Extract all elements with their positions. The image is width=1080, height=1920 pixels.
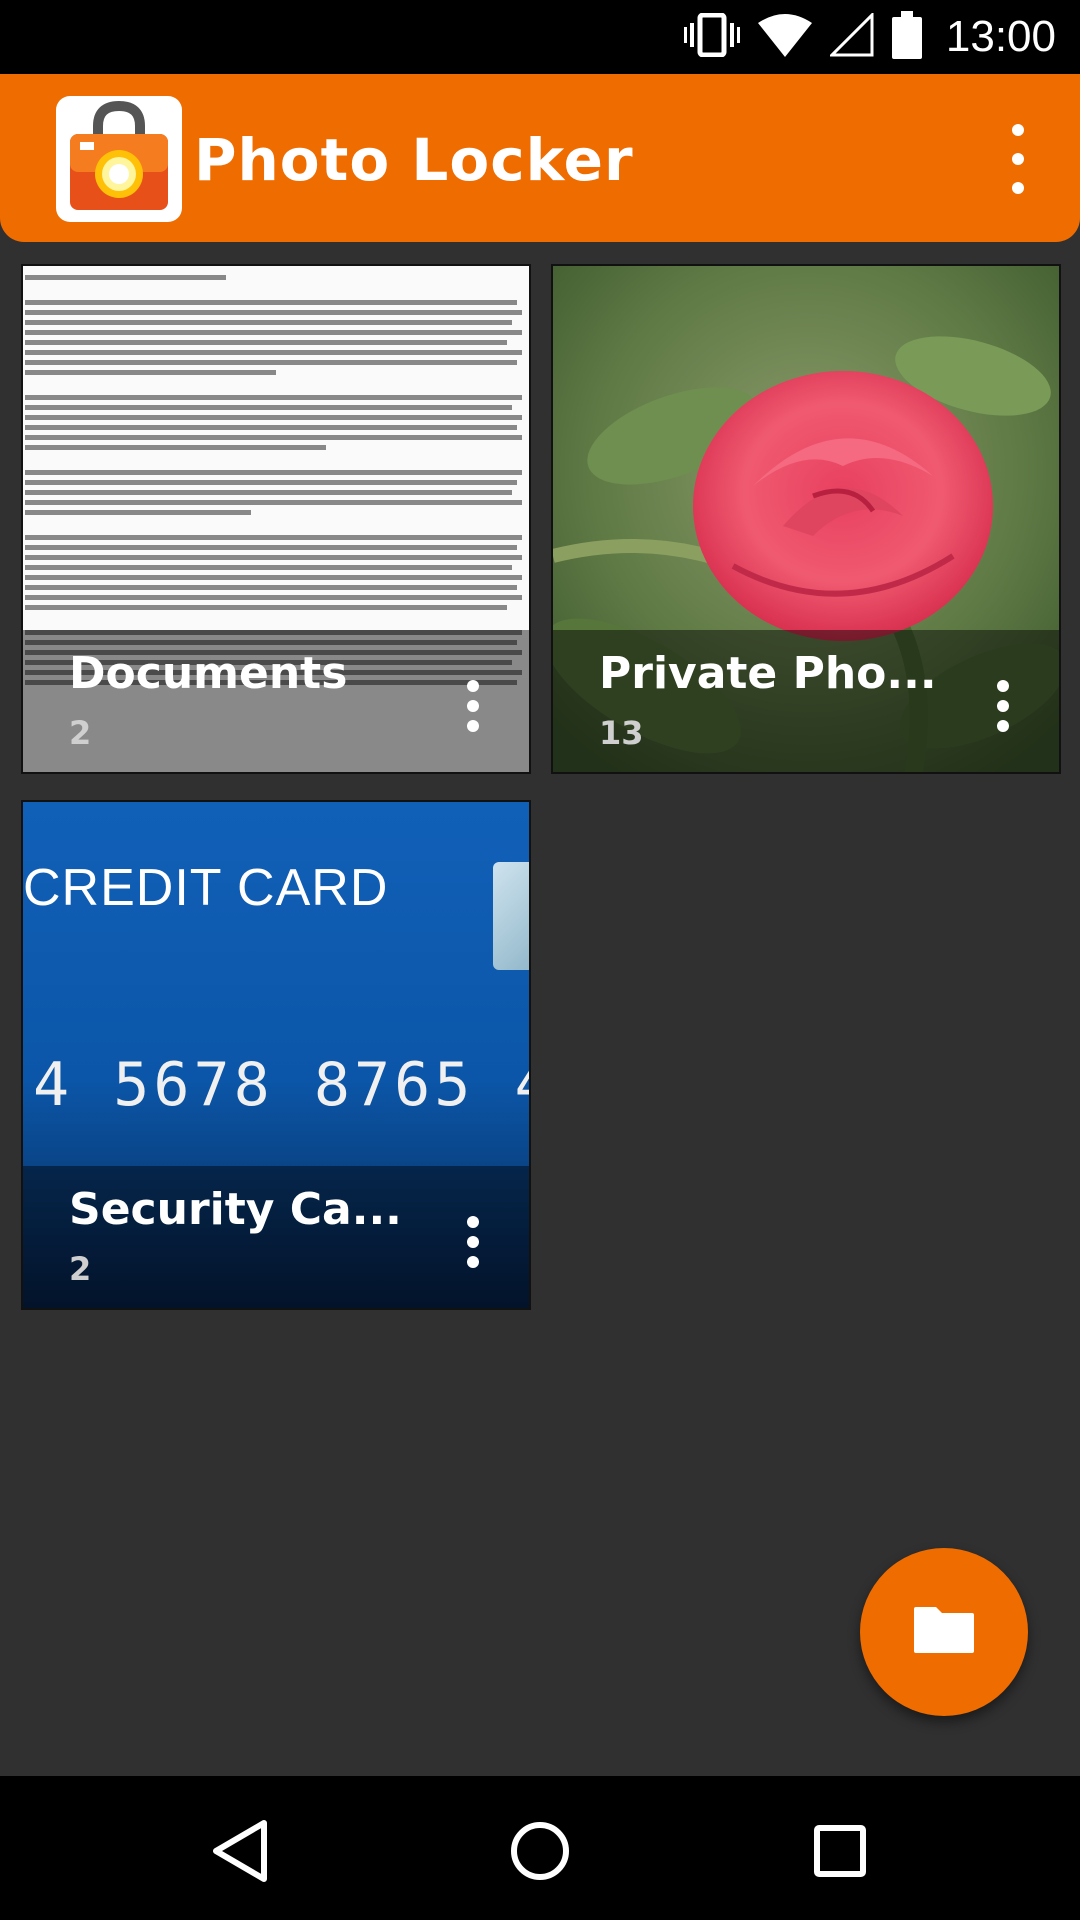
menu-dot [1012, 153, 1024, 165]
camera-lock-icon [56, 96, 182, 222]
album-count: 2 [69, 1250, 92, 1288]
album-more-icon[interactable] [461, 1216, 485, 1268]
card-title-text: CREDIT CARD [23, 859, 389, 917]
navigation-bar [0, 1776, 1080, 1920]
app-title: Photo Locker [194, 126, 634, 194]
album-more-icon[interactable] [461, 680, 485, 732]
app-bar: Photo Locker [0, 74, 1080, 242]
add-folder-button[interactable] [860, 1548, 1028, 1716]
album-private-photos[interactable]: Private Pho... 13 [551, 264, 1061, 774]
album-name: Security Ca... [69, 1184, 402, 1235]
battery-icon [891, 11, 922, 63]
home-icon[interactable] [495, 1806, 585, 1896]
card-hologram [493, 862, 529, 970]
album-count: 2 [69, 714, 92, 752]
wifi-icon [757, 13, 812, 61]
card-number-text: 4 5678 8765 4 [33, 1050, 531, 1120]
album-more-icon[interactable] [991, 680, 1015, 732]
folder-icon [912, 1605, 976, 1659]
album-documents[interactable]: Documents 2 [21, 264, 531, 774]
cell-signal-icon [828, 11, 874, 61]
album-name: Private Pho... [599, 648, 937, 699]
more-vert-icon[interactable] [998, 124, 1038, 194]
album-security-cards[interactable]: CREDIT CARD 4 5678 8765 4 Security Ca...… [21, 800, 531, 1310]
status-time: 13:00 [945, 12, 1056, 61]
menu-dot [1012, 124, 1024, 136]
recents-icon[interactable] [795, 1806, 885, 1896]
back-icon[interactable] [195, 1806, 285, 1896]
album-name: Documents [69, 648, 348, 699]
status-bar: 13:00 [0, 0, 1080, 74]
menu-dot [1012, 182, 1024, 194]
vibrate-icon [683, 12, 740, 61]
album-count: 13 [599, 714, 644, 752]
